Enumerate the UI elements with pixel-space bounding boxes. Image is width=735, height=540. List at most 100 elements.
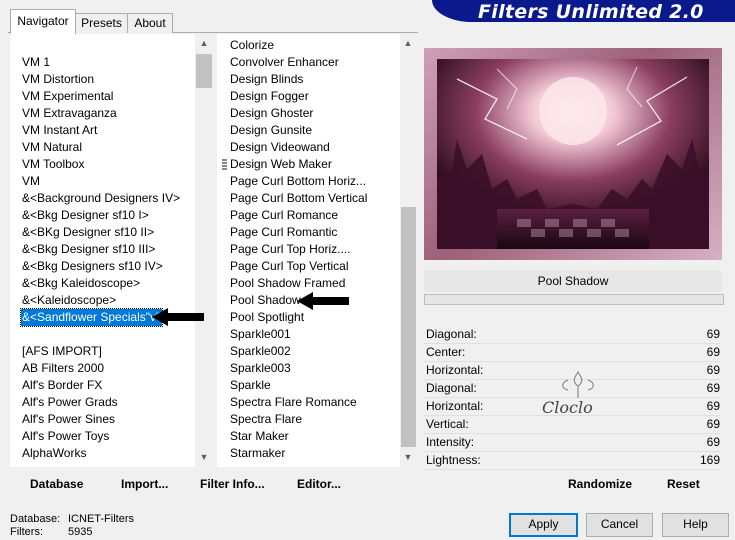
filter-item[interactable]: Spectra Flare Romance: [230, 394, 405, 411]
scroll-up-icon[interactable]: ▲: [196, 38, 212, 48]
category-item[interactable]: &<Bkg Designer sf10 III>: [21, 241, 196, 258]
database-value: ICNET-Filters: [68, 513, 134, 525]
category-item[interactable]: &<Kaleidoscope>: [21, 292, 196, 309]
parameter-row[interactable]: Intensity: 69: [424, 433, 722, 451]
filter-item[interactable]: Sparkle003: [230, 360, 405, 377]
filters-count-label: Filters:: [10, 526, 43, 538]
category-item[interactable]: VM Extravaganza: [21, 105, 196, 122]
parameter-value: 169: [699, 453, 720, 467]
parameter-value: 69: [706, 417, 720, 431]
reset-button[interactable]: Reset: [667, 477, 700, 491]
parameter-label: Vertical:: [426, 417, 469, 431]
category-item[interactable]: AB Filters 2000: [21, 360, 196, 377]
filter-info-button[interactable]: Filter Info...: [200, 477, 265, 491]
filter-item[interactable]: Design Web Maker: [230, 156, 405, 173]
filter-item[interactable]: Design Fogger: [230, 88, 405, 105]
scroll-down-icon[interactable]: ▼: [400, 452, 416, 462]
category-item[interactable]: [AFS IMPORT]: [21, 343, 196, 360]
filters-count-value: 5935: [68, 526, 93, 538]
category-item[interactable]: Alf's Power Toys: [21, 428, 196, 445]
parameter-value: 69: [706, 435, 720, 449]
category-item[interactable]: VM Experimental: [21, 88, 196, 105]
help-button[interactable]: Help: [662, 513, 729, 537]
parameter-label: Lightness:: [426, 453, 481, 467]
cancel-button[interactable]: Cancel: [586, 513, 653, 537]
scroll-up-icon[interactable]: ▲: [400, 38, 416, 48]
filter-item[interactable]: Page Curl Bottom Horiz...: [230, 173, 405, 190]
filter-item[interactable]: Pool Shadow Framed: [230, 275, 405, 292]
scroll-down-icon[interactable]: ▼: [196, 452, 212, 462]
import-button[interactable]: Import...: [121, 477, 168, 491]
filter-item[interactable]: Pool Spotlight: [230, 309, 405, 326]
title-banner-text: Filters Unlimited 2.0: [478, 1, 704, 23]
category-item[interactable]: VM Toolbox: [21, 156, 196, 173]
filter-item[interactable]: Page Curl Top Horiz....: [230, 241, 405, 258]
category-item[interactable]: Alf's Power Sines: [21, 411, 196, 428]
preview-image: [437, 59, 709, 249]
parameter-label: Center:: [426, 345, 466, 359]
apply-button[interactable]: Apply: [509, 513, 578, 537]
category-item[interactable]: Alf's Border FX: [21, 377, 196, 394]
category-list: VM 1 VM Distortion VM Experimental VM Extra…: [20, 54, 196, 462]
category-item[interactable]: AlphaWorks: [21, 445, 196, 462]
filter-item[interactable]: Design Ghoster: [230, 105, 405, 122]
filter-list: Colorize Convolver Enhancer Design Blinds D…: [230, 37, 405, 462]
parameter-label: Horizontal:: [426, 399, 484, 413]
tab-presets[interactable]: Presets: [75, 13, 128, 33]
category-list-panel: VM 1 VM Distortion VM Experimental VM Extra…: [10, 34, 213, 467]
list-grip-icon: [222, 159, 227, 170]
filter-item[interactable]: Sparkle001: [230, 326, 405, 343]
filter-list-panel: Colorize Convolver Enhancer Design Blinds D…: [217, 34, 417, 467]
filter-item[interactable]: Design Videowand: [230, 139, 405, 156]
filter-scroll-thumb[interactable]: [401, 207, 416, 447]
filter-item[interactable]: Sparkle: [230, 377, 405, 394]
filter-item[interactable]: Starmaker: [230, 445, 405, 462]
category-item[interactable]: VM: [21, 173, 196, 190]
cloclo-watermark-logo: Cloclo: [528, 368, 628, 423]
filter-progress-bar: [424, 294, 724, 305]
filter-item[interactable]: Page Curl Romance: [230, 207, 405, 224]
category-item[interactable]: [21, 326, 196, 343]
parameter-label: Diagonal:: [426, 327, 477, 341]
parameter-row[interactable]: Center: 69: [424, 343, 722, 361]
tab-about[interactable]: About: [127, 13, 173, 33]
parameter-value: 69: [706, 363, 720, 377]
category-item[interactable]: Alf's Power Grads: [21, 394, 196, 411]
category-scrollbar[interactable]: ▲ ▼: [195, 34, 213, 467]
filter-item[interactable]: Colorize: [230, 37, 405, 54]
category-item[interactable]: &<Background Designers IV>: [21, 190, 196, 207]
category-item[interactable]: VM Instant Art: [21, 122, 196, 139]
database-button[interactable]: Database: [30, 477, 83, 491]
editor-button[interactable]: Editor...: [297, 477, 341, 491]
filter-item[interactable]: Sparkle002: [230, 343, 405, 360]
filter-item[interactable]: Design Blinds: [230, 71, 405, 88]
parameter-row[interactable]: Diagonal: 69: [424, 325, 722, 343]
pointer-arrow-icon: [152, 308, 204, 326]
category-item[interactable]: &<Bkg Designers sf10 IV>: [21, 258, 196, 275]
parameter-separator: [424, 469, 722, 470]
parameter-label: Horizontal:: [426, 363, 484, 377]
parameter-label: Diagonal:: [426, 381, 477, 395]
parameter-label: Intensity:: [426, 435, 475, 449]
randomize-button[interactable]: Randomize: [568, 477, 632, 491]
category-item[interactable]: &<Bkg Kaleidoscope>: [21, 275, 196, 292]
category-item[interactable]: VM Natural: [21, 139, 196, 156]
parameter-row[interactable]: Lightness: 169: [424, 451, 722, 469]
category-item[interactable]: VM 1: [21, 54, 196, 71]
tab-navigator[interactable]: Navigator: [10, 9, 76, 34]
filter-scrollbar[interactable]: ▲ ▼: [400, 34, 417, 467]
filter-item[interactable]: Design Gunsite: [230, 122, 405, 139]
filter-item[interactable]: Convolver Enhancer: [230, 54, 405, 71]
category-item[interactable]: &<Bkg Designer sf10 I>: [21, 207, 196, 224]
parameter-value: 69: [706, 399, 720, 413]
category-item[interactable]: VM Distortion: [21, 71, 196, 88]
pointer-arrow-icon: [297, 292, 349, 310]
filter-item[interactable]: Page Curl Bottom Vertical: [230, 190, 405, 207]
category-scroll-thumb[interactable]: [196, 54, 212, 88]
category-item[interactable]: &<BKg Designer sf10 II>: [21, 224, 196, 241]
filter-item[interactable]: Page Curl Romantic: [230, 224, 405, 241]
filter-item[interactable]: Spectra Flare: [230, 411, 405, 428]
category-item[interactable]: &<Sandflower Specials"v">: [20, 308, 167, 327]
filter-item[interactable]: Page Curl Top Vertical: [230, 258, 405, 275]
filter-item[interactable]: Star Maker: [230, 428, 405, 445]
